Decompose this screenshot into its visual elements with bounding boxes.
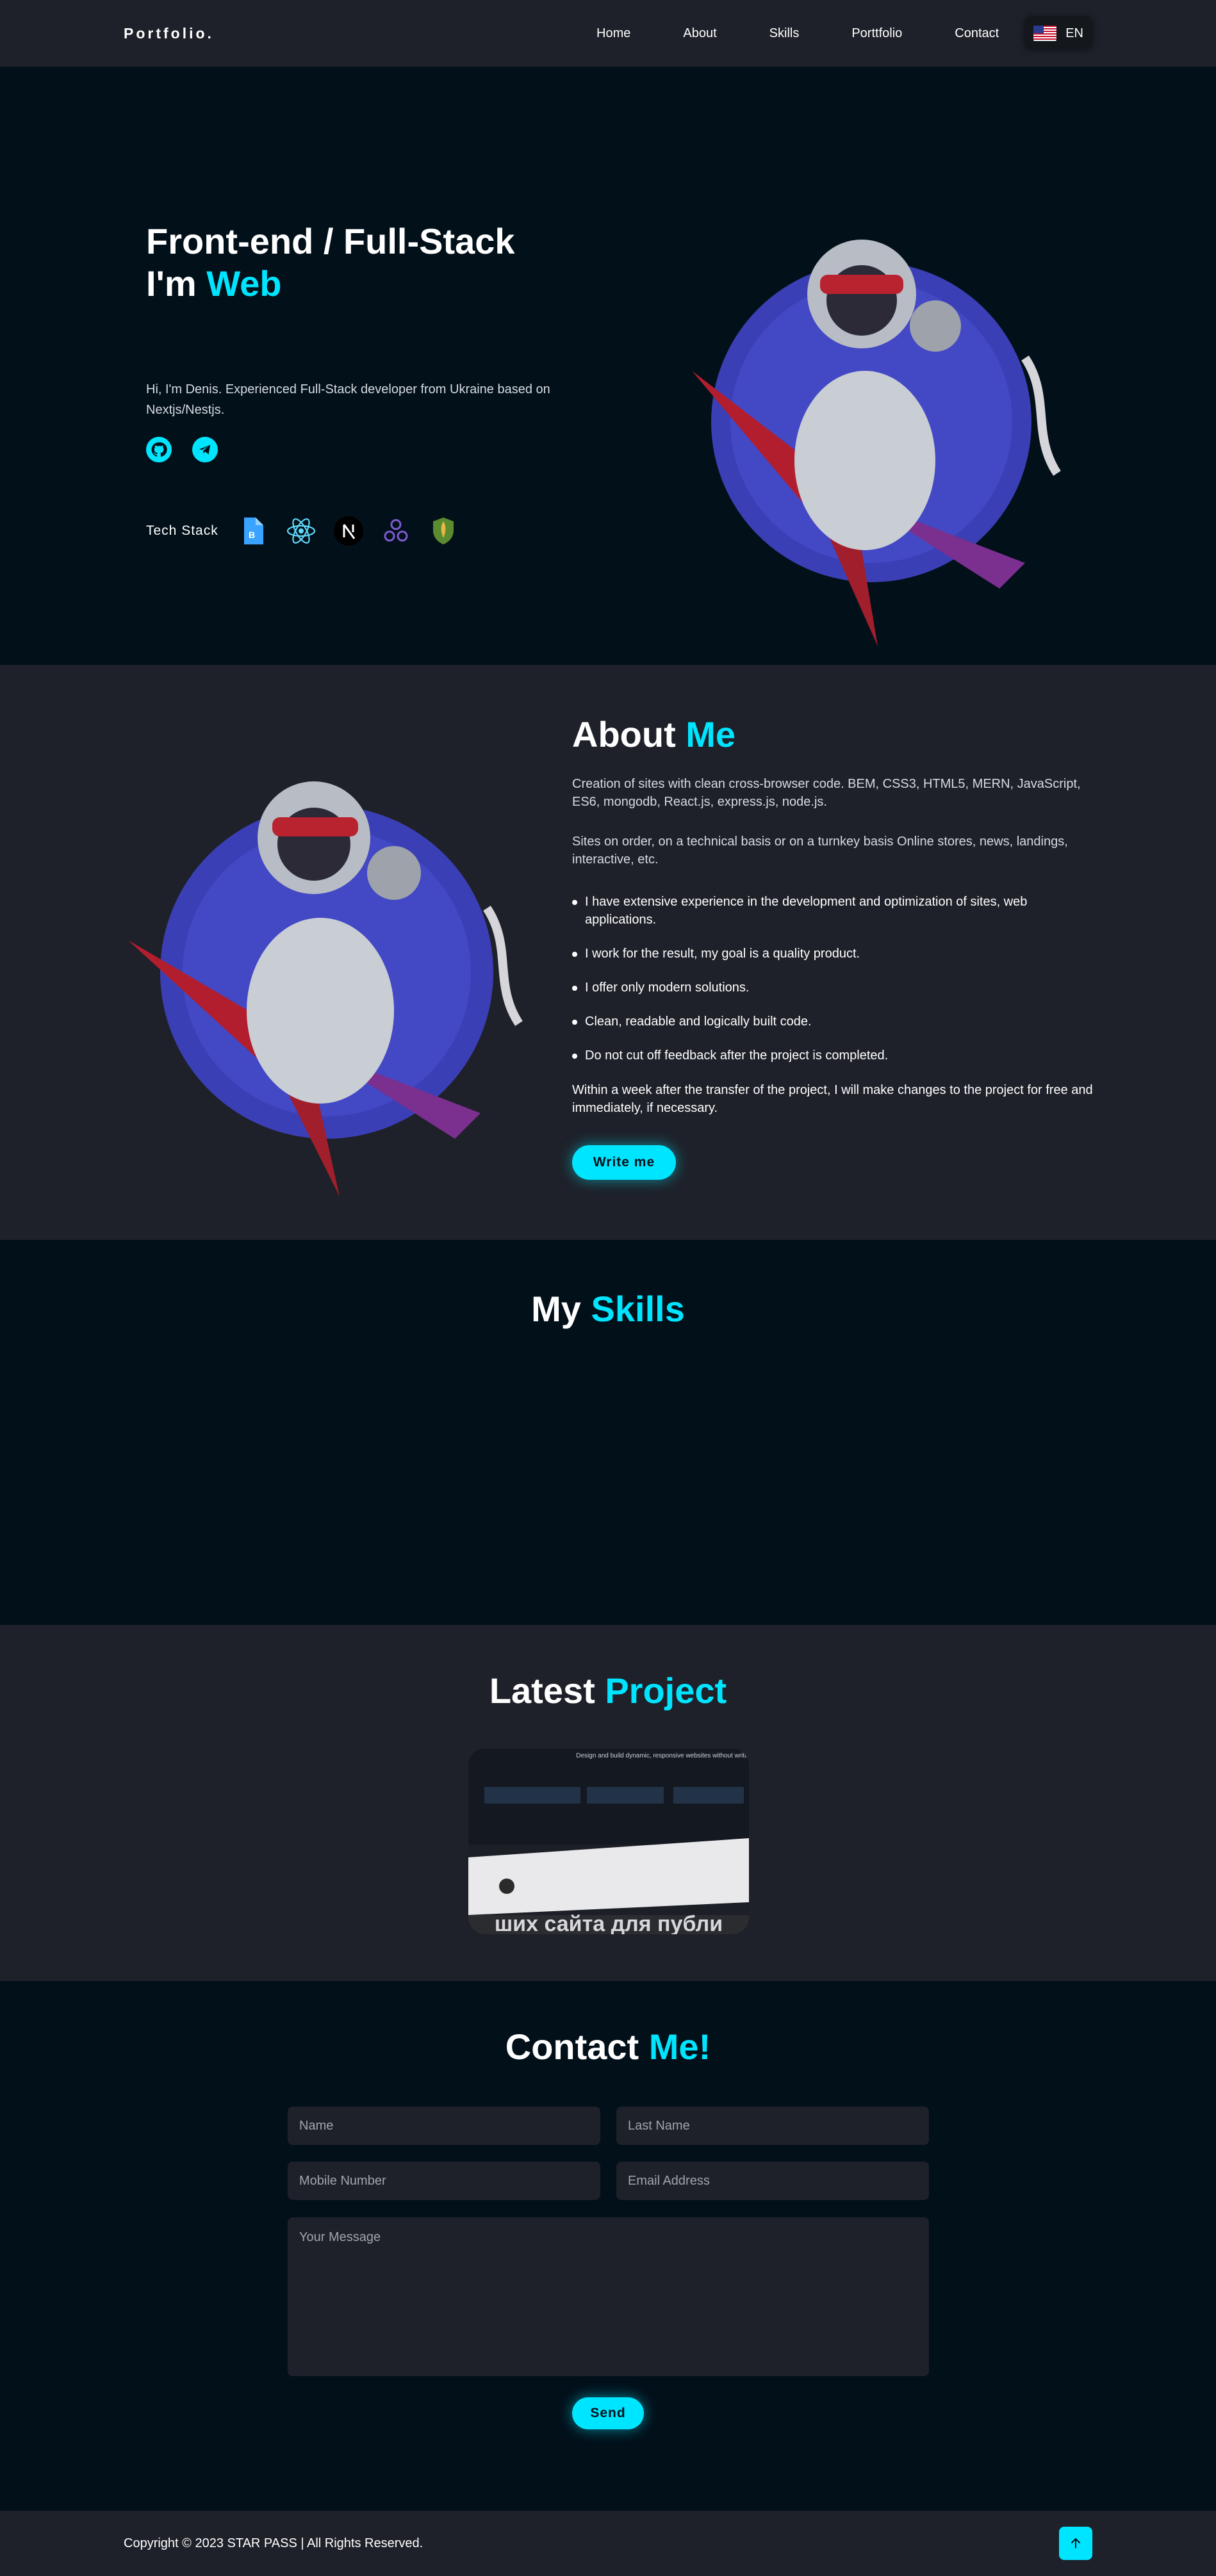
nav-link-about[interactable]: About	[683, 26, 716, 41]
last-name-field[interactable]	[616, 2107, 929, 2145]
contact-section: Contact Me! Send	[0, 1981, 1216, 2511]
projects-title-prefix: Latest	[489, 1670, 595, 1711]
list-item: Clean, readable and logically built code…	[572, 1013, 1097, 1031]
react-icon	[285, 515, 317, 547]
language-label: EN	[1065, 26, 1083, 40]
about-paragraph-2: Sites on order, on a technical basis or …	[572, 835, 1068, 867]
tech-stack: Tech Stack B	[146, 515, 475, 547]
scroll-to-top-button[interactable]	[1059, 2527, 1092, 2560]
message-field[interactable]	[288, 2217, 929, 2376]
hero-title-prefix: I'm	[146, 263, 197, 304]
logo[interactable]: Portfolio.	[124, 25, 214, 42]
typescript-icon: B	[238, 515, 270, 547]
skills-title-highlight: Skills	[591, 1289, 685, 1329]
about-section: About Me Creation of sites with clean cr…	[0, 665, 1216, 1240]
top-navbar: Portfolio. Home About Skills Porttfolio …	[0, 0, 1216, 67]
write-me-button[interactable]: Write me	[572, 1145, 676, 1180]
project-preview-image: Design and build dynamic, responsive web…	[468, 1749, 749, 1934]
contact-title-prefix: Contact	[505, 2026, 639, 2067]
about-title-highlight: Me	[686, 714, 736, 754]
hero-title-highlight: Web	[206, 263, 282, 304]
footer: Copyright © 2023 STAR PASS | All Rights …	[0, 2511, 1216, 2576]
svg-text:B: B	[249, 530, 255, 540]
project-card[interactable]: Design and build dynamic, responsive web…	[468, 1749, 749, 1934]
github-icon[interactable]	[146, 437, 172, 462]
about-title-prefix: About	[572, 714, 676, 754]
list-item: I work for the result, my goal is a qual…	[572, 945, 1097, 963]
email-field[interactable]	[616, 2162, 929, 2200]
contact-title: Contact Me!	[0, 2026, 1216, 2067]
skills-section: My Skills	[0, 1240, 1216, 1625]
nav-link-skills[interactable]: Skills	[769, 26, 800, 41]
list-item: I offer only modern solutions.	[572, 979, 1097, 997]
hero-description: Hi, I'm Denis. Experienced Full-Stack de…	[146, 382, 550, 417]
language-switcher[interactable]: EN	[1024, 17, 1092, 50]
list-item: Do not cut off feedback after the projec…	[572, 1047, 1097, 1064]
projects-section: Latest Project Design and build dynamic,…	[0, 1625, 1216, 1981]
projects-title-highlight: Project	[605, 1670, 727, 1711]
mobile-number-field[interactable]	[288, 2162, 600, 2200]
telegram-icon[interactable]	[192, 437, 218, 462]
nav-links: Home About Skills Porttfolio Contact EN	[544, 17, 1092, 50]
name-field[interactable]	[288, 2107, 600, 2145]
about-paragraph-3: Within a week after the transfer of the …	[572, 1083, 1093, 1115]
tech-stack-label: Tech Stack	[146, 523, 218, 538]
hero-title: Front-end / Full-Stack I'm Web	[146, 220, 515, 305]
contact-title-highlight: Me!	[648, 2026, 711, 2067]
social-links	[146, 437, 218, 462]
nextjs-icon	[333, 515, 365, 547]
us-flag-icon	[1033, 26, 1057, 41]
copyright-text: Copyright © 2023 STAR PASS | All Rights …	[124, 2536, 423, 2550]
nav-link-contact[interactable]: Contact	[955, 26, 999, 41]
send-button[interactable]: Send	[572, 2397, 644, 2429]
project-card-banner-text: ших сайта для публи	[495, 1912, 723, 1934]
hero-title-line1: Front-end / Full-Stack	[146, 221, 515, 261]
project-card-caption: Design and build dynamic, responsive web…	[576, 1752, 749, 1759]
arrow-up-icon	[1071, 2538, 1080, 2548]
nav-link-home[interactable]: Home	[596, 26, 630, 41]
hero-section: Front-end / Full-Stack I'm Web Hi, I'm D…	[0, 67, 1216, 665]
astronaut-rocket-illustration	[692, 240, 1061, 646]
about-title: About Me	[572, 713, 735, 755]
redux-icon	[380, 515, 412, 547]
about-paragraph-1: Creation of sites with clean cross-brows…	[572, 777, 1081, 809]
nav-link-portfolio[interactable]: Porttfolio	[851, 26, 902, 41]
projects-title: Latest Project	[0, 1670, 1216, 1711]
list-item: I have extensive experience in the devel…	[572, 893, 1097, 929]
about-list: I have extensive experience in the devel…	[572, 893, 1097, 1080]
skills-title: My Skills	[0, 1288, 1216, 1330]
astronaut-rocket-illustration	[128, 781, 523, 1196]
skills-title-prefix: My	[531, 1289, 581, 1329]
mongodb-icon	[427, 515, 459, 547]
